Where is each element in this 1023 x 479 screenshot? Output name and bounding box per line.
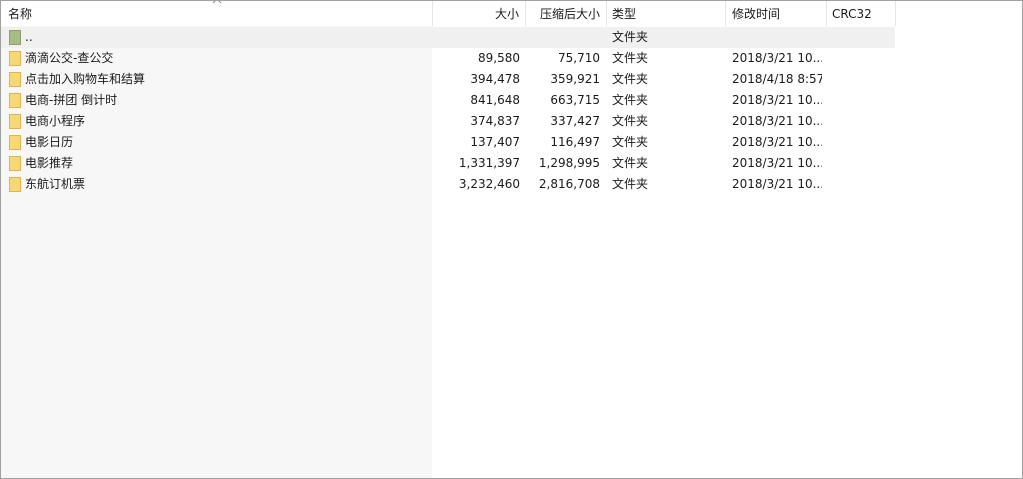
column-header-packed-size[interactable]: 压缩后大小 (526, 1, 607, 26)
file-name: 电商小程序 (25, 114, 86, 128)
file-row[interactable]: 电商-拼团 倒计时 841,648 663,715 文件夹 2018/3/21 … (1, 90, 895, 111)
file-row[interactable]: 滴滴公交-查公交 89,580 75,710 文件夹 2018/3/21 10.… (1, 48, 895, 69)
column-header-size-label: 大小 (494, 7, 519, 21)
file-size: 1,331,397 (458, 156, 520, 170)
folder-icon (9, 177, 21, 192)
column-header-modified[interactable]: 修改时间 (726, 1, 827, 26)
file-size: 841,648 (470, 93, 520, 107)
file-row[interactable]: 点击加入购物车和结算 394,478 359,921 文件夹 2018/4/18… (1, 69, 895, 90)
folder-icon (9, 72, 21, 87)
file-modified: 2018/3/21 10... (732, 156, 822, 170)
parent-folder-icon (9, 30, 21, 45)
file-packed-size: 663,715 (550, 93, 600, 107)
file-modified: 2018/4/18 8:57 (732, 72, 822, 86)
sort-up-arrow-icon (212, 1, 222, 4)
file-size: 394,478 (470, 72, 520, 86)
column-header-crc32[interactable]: CRC32 (827, 1, 896, 26)
file-modified: 2018/3/21 10... (732, 93, 822, 107)
file-packed-size: 1,298,995 (538, 156, 600, 170)
file-name: 滴滴公交-查公交 (25, 51, 114, 65)
column-header-crc32-label: CRC32 (832, 7, 872, 21)
file-row[interactable]: 电影日历 137,407 116,497 文件夹 2018/3/21 10... (1, 132, 895, 153)
file-type: 文件夹 (612, 93, 649, 107)
column-header-type[interactable]: 类型 (607, 1, 726, 26)
file-row[interactable]: 电商小程序 374,837 337,427 文件夹 2018/3/21 10..… (1, 111, 895, 132)
folder-icon (9, 156, 21, 171)
column-header-packed-size-label: 压缩后大小 (539, 7, 600, 21)
file-name: 点击加入购物车和结算 (25, 72, 146, 86)
file-size: 137,407 (470, 135, 520, 149)
file-type: 文件夹 (612, 156, 649, 170)
column-header-type-label: 类型 (612, 7, 637, 21)
parent-directory-type: 文件夹 (612, 30, 649, 44)
file-type: 文件夹 (612, 135, 649, 149)
file-name: 电影推荐 (25, 156, 74, 170)
file-packed-size: 337,427 (550, 114, 600, 128)
file-row[interactable]: 电影推荐 1,331,397 1,298,995 文件夹 2018/3/21 1… (1, 153, 895, 174)
file-packed-size: 75,710 (558, 51, 600, 65)
file-size: 3,232,460 (458, 177, 520, 191)
file-type: 文件夹 (612, 177, 649, 191)
column-header-size[interactable]: 大小 (433, 1, 526, 26)
file-name: 电商-拼团 倒计时 (25, 93, 118, 107)
folder-icon (9, 135, 21, 150)
file-row[interactable]: 东航订机票 3,232,460 2,816,708 文件夹 2018/3/21 … (1, 174, 895, 195)
folder-icon (9, 51, 21, 66)
file-size: 89,580 (478, 51, 520, 65)
file-type: 文件夹 (612, 72, 649, 86)
file-name: 东航订机票 (25, 177, 86, 191)
parent-directory-name: .. (25, 30, 33, 44)
column-header-modified-label: 修改时间 (732, 7, 781, 21)
file-packed-size: 359,921 (550, 72, 600, 86)
file-type: 文件夹 (612, 114, 649, 128)
file-modified: 2018/3/21 10... (732, 51, 822, 65)
archive-file-list: 名称 大小 压缩后大小 类型 修改时间 CRC32 .. 文件夹 滴滴公交-查公… (0, 0, 1023, 479)
file-packed-size: 116,497 (550, 135, 600, 149)
column-header-name[interactable]: 名称 (1, 1, 433, 26)
parent-directory-row[interactable]: .. 文件夹 (1, 27, 895, 48)
file-modified: 2018/3/21 10... (732, 114, 822, 128)
file-name: 电影日历 (25, 135, 74, 149)
column-header: 名称 大小 压缩后大小 类型 修改时间 CRC32 (1, 1, 1022, 26)
folder-icon (9, 93, 21, 108)
file-size: 374,837 (470, 114, 520, 128)
file-modified: 2018/3/21 10... (732, 177, 822, 191)
folder-icon (9, 114, 21, 129)
file-packed-size: 2,816,708 (538, 177, 600, 191)
column-header-name-label: 名称 (8, 7, 33, 21)
file-modified: 2018/3/21 10... (732, 135, 822, 149)
file-type: 文件夹 (612, 51, 649, 65)
